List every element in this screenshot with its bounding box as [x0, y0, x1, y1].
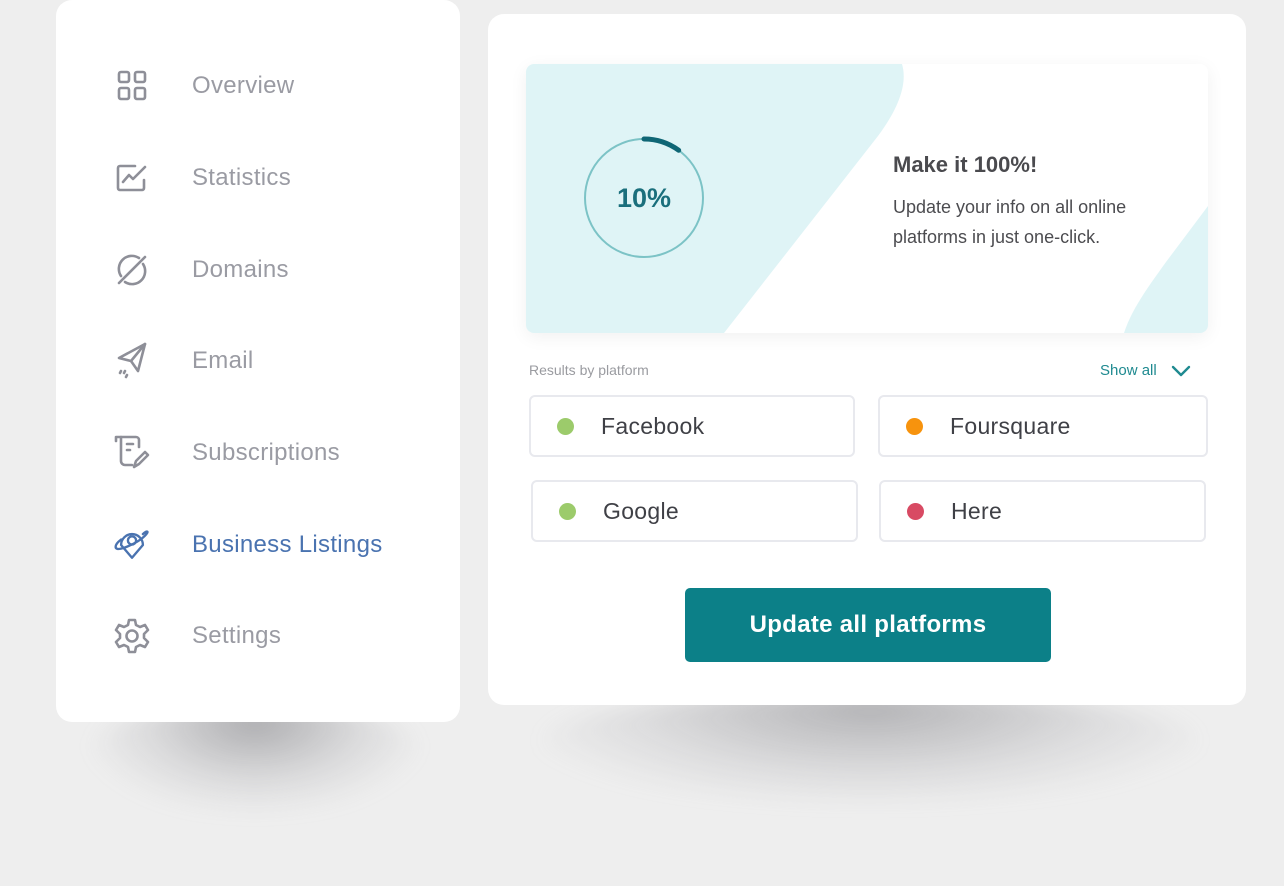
show-all-button[interactable]: Show all	[1100, 362, 1191, 379]
sidebar-item-label: Overview	[192, 72, 295, 99]
sidebar-item-statistics[interactable]: Statistics	[112, 158, 291, 198]
chevron-down-icon	[1171, 365, 1190, 376]
platform-name: Google	[603, 497, 679, 524]
sidebar: Overview Statistics Domains Email Subscr…	[56, 0, 460, 722]
status-dot	[557, 417, 574, 435]
progress-value: 10%	[616, 182, 672, 213]
platform-here[interactable]: Here	[879, 480, 1206, 542]
sidebar-item-overview[interactable]: Overview	[112, 66, 294, 106]
paper-plane-icon	[112, 341, 152, 381]
platform-name: Facebook	[601, 412, 705, 439]
sidebar-item-label: Subscriptions	[192, 439, 340, 466]
status-dot	[906, 417, 923, 435]
platform-foursquare[interactable]: Foursquare	[878, 395, 1208, 457]
main-card-shadow	[540, 690, 1200, 800]
results-label: Results by platform	[529, 362, 649, 378]
update-all-platforms-button[interactable]: Update all platforms	[685, 588, 1051, 662]
sidebar-item-domains[interactable]: Domains	[112, 250, 289, 290]
platform-name: Here	[951, 497, 1003, 524]
platform-name: Foursquare	[950, 412, 1071, 439]
gear-icon	[112, 616, 152, 656]
sidebar-item-label: Business Listings	[192, 531, 383, 558]
sidebar-item-label: Settings	[192, 622, 282, 649]
status-dot	[907, 502, 924, 520]
promo-banner: 10% Make it 100%! Update your info on al…	[526, 64, 1208, 333]
grid-icon	[112, 66, 152, 106]
sidebar-item-label: Email	[192, 347, 254, 374]
sidebar-item-label: Statistics	[192, 164, 292, 191]
promo-title: Make it 100%!	[893, 152, 1038, 177]
platform-facebook[interactable]: Facebook	[529, 395, 855, 457]
business-listings-card: 10% Make it 100%! Update your info on al…	[488, 14, 1246, 705]
location-pin-icon	[112, 525, 152, 565]
chart-icon	[112, 158, 152, 198]
scroll-pen-icon	[112, 433, 152, 473]
globe-slash-icon	[112, 250, 152, 290]
sidebar-item-label: Domains	[192, 256, 289, 283]
status-dot	[559, 502, 576, 520]
sidebar-item-subscriptions[interactable]: Subscriptions	[112, 433, 340, 473]
sidebar-item-business-listings[interactable]: Business Listings	[112, 525, 383, 565]
promo-description: Update your info on all online platforms…	[893, 197, 1127, 247]
show-all-label: Show all	[1100, 362, 1157, 379]
platform-google[interactable]: Google	[531, 480, 858, 542]
sidebar-item-settings[interactable]: Settings	[112, 616, 281, 656]
sidebar-item-email[interactable]: Email	[112, 341, 254, 381]
